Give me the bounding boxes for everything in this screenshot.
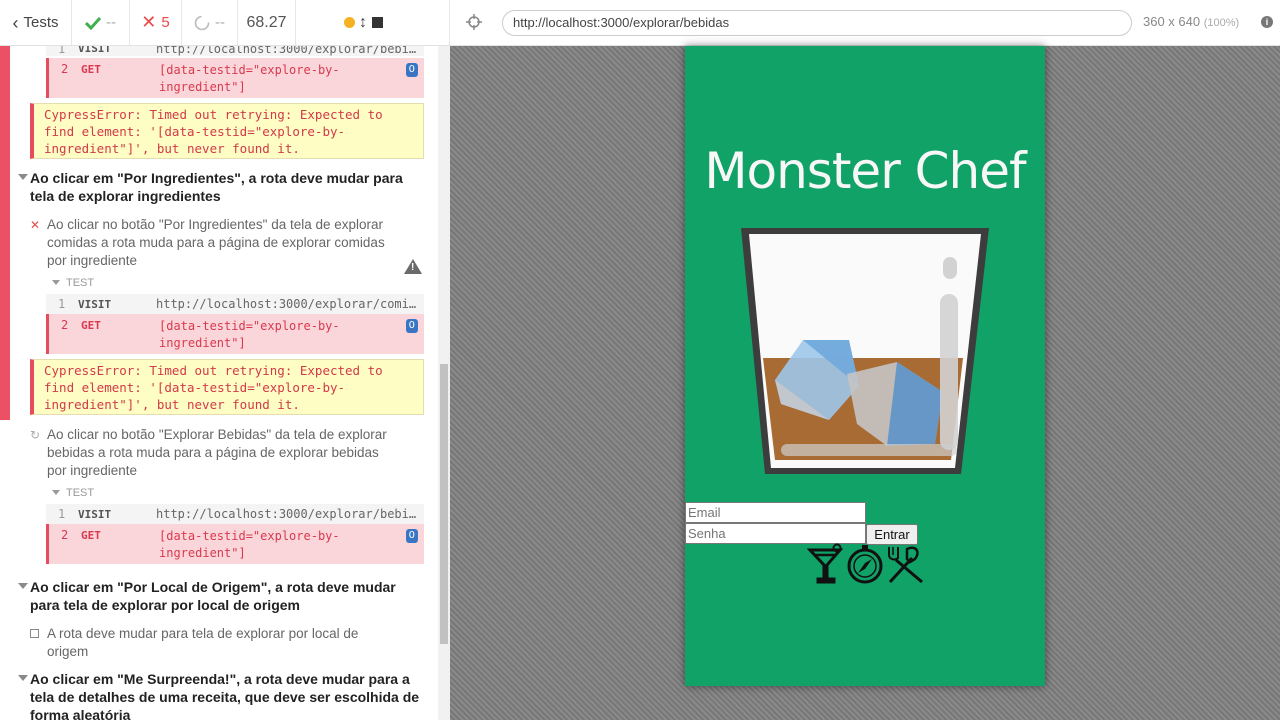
cocktail-icon[interactable] [807,543,845,585]
test-row-running[interactable]: ↻ Ao clicar no botão "Explorar Bebidas" … [30,426,390,480]
aut-stage: Monster Chef Entrar [450,46,1280,720]
stop-icon[interactable] [372,17,383,28]
test-row-failed[interactable]: ✕ Ao clicar no botão "Por Ingredientes" … [30,216,390,270]
duration: 68.27 [238,0,296,45]
command-row-failed[interactable]: 2 GET [data-testid="explore-by-ingredien… [46,524,424,564]
refresh-icon: ↻ [30,428,41,442]
x-icon: ✕ [30,218,41,232]
test-section-label[interactable]: TEST [52,277,94,289]
caret-down-icon [18,675,28,681]
test-row-pending[interactable]: A rota deve mudar para tela de explorar … [30,625,390,661]
app-title: Monster Chef [704,142,1026,200]
command-row[interactable]: 1 VISIT http://localhost:3000/explorar/b… [46,504,424,524]
reporter-panel: ‹ Tests -- ✕ 5 -- 68.27 ↕ 1 VISIT http:/… [0,0,450,720]
crosshair-icon[interactable] [466,14,482,30]
chevron-left-icon: ‹ [12,12,19,33]
compass-icon[interactable] [845,543,885,585]
info-icon[interactable]: i [1261,16,1273,28]
error-message[interactable]: CypressError: Timed out retrying: Expect… [30,359,424,415]
tests-button[interactable]: ‹ Tests [0,0,72,45]
error-message[interactable]: CypressError: Timed out retrying: Expect… [30,103,424,159]
url-bar[interactable]: http://localhost:3000/explorar/bebidas [502,10,1132,36]
tests-label: Tests [23,14,59,31]
suite-title[interactable]: Ao clicar em "Me Surpreenda!", a rota de… [18,670,426,720]
login-button[interactable]: Entrar [866,524,918,545]
pending-count: -- [182,0,238,45]
suite-title[interactable]: Ao clicar em "Por Ingredientes", a rota … [18,169,426,205]
command-row-failed[interactable]: 2 GET [data-testid="explore-by-ingredien… [46,58,424,98]
pending-circle-icon [194,15,210,30]
test-runnables-list: 1 VISIT http://localhost:3000/explorar/b… [0,46,450,720]
reporter-controls: ↕ [296,0,450,45]
reporter-scrollbar[interactable] [438,46,450,720]
check-icon [85,16,101,30]
scrollbar-thumb[interactable] [440,364,448,644]
command-row[interactable]: 1 VISIT http://localhost:3000/explorar/c… [46,294,424,314]
reporter-stats-bar: ‹ Tests -- ✕ 5 -- 68.27 ↕ [0,0,450,46]
caret-down-icon [18,583,28,589]
test-section-label[interactable]: TEST [52,487,94,499]
suite-title[interactable]: Ao clicar em "Por Local de Origem", a ro… [18,578,426,614]
email-input[interactable] [685,502,866,523]
passed-count: -- [72,0,130,45]
password-input[interactable] [685,523,866,544]
command-row-failed[interactable]: 2 GET [data-testid="explore-by-ingredien… [46,314,424,354]
utensils-icon[interactable] [885,543,927,585]
command-row[interactable]: 1 VISIT http://localhost:3000/explorar/b… [46,46,424,56]
app-under-test: Monster Chef Entrar [685,46,1045,686]
failed-count: ✕ 5 [130,0,182,45]
aut-header: http://localhost:3000/explorar/bebidas 3… [450,0,1280,46]
x-icon: ✕ [141,12,157,32]
failed-indicator-strip [0,46,10,420]
drink-glass-image [741,228,989,474]
viewport-info: 360 x 640 (100%) [1143,14,1240,29]
caret-down-icon [18,174,28,180]
auto-scroll-icon[interactable]: ↕ [344,14,367,32]
warning-icon[interactable]: ! [404,259,422,274]
empty-square-icon [30,629,39,638]
